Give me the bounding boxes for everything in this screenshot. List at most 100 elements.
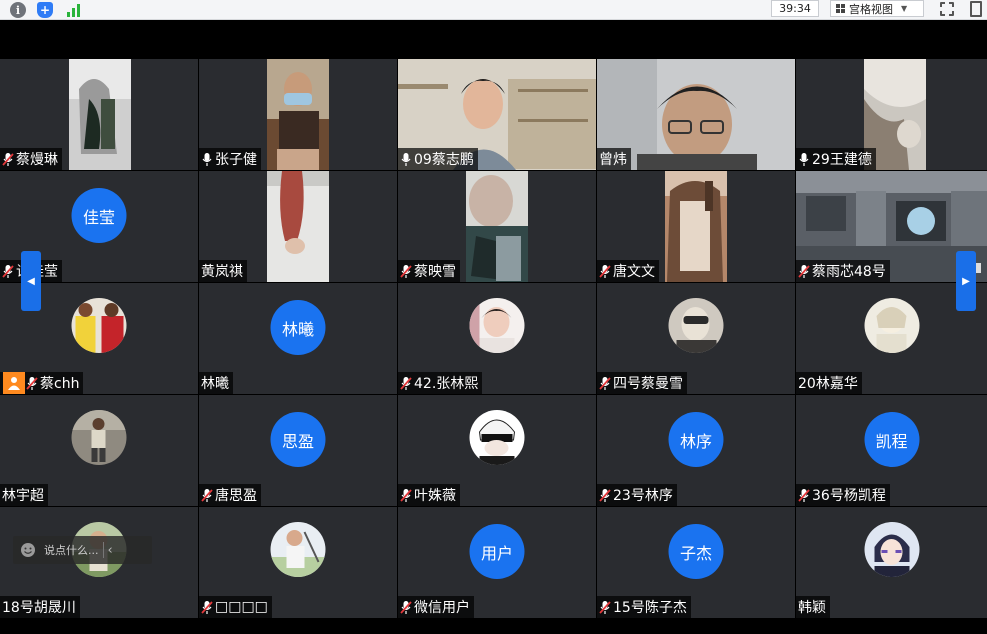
avatar <box>864 522 919 577</box>
mic-muted-icon <box>599 264 611 279</box>
participant-tile[interactable]: 曾炜 <box>597 59 795 170</box>
participant-name: 蔡熳琳 <box>16 152 58 168</box>
participant-nameplate: 蔡熳琳 <box>0 148 62 170</box>
mic-muted-icon <box>599 488 611 503</box>
grid-view-icon <box>836 4 845 13</box>
mic-muted-icon <box>2 152 14 167</box>
participant-tile[interactable]: 四号蔡曼雪 <box>597 283 795 394</box>
emoji-icon[interactable] <box>20 542 36 558</box>
avatar <box>71 410 127 465</box>
participant-nameplate: 叶姝薇 <box>398 484 460 506</box>
participant-name: 唐文文 <box>613 264 655 280</box>
participant-grid: 蔡熳琳 张子健 09蔡志鹏 曾炜 29王建德 佳莹 黄岚祺 蔡映雪 唐文文 蔡雨… <box>0 59 987 618</box>
avatar: 用户 <box>469 524 525 579</box>
participant-nameplate: 23号林序 <box>597 484 677 506</box>
participant-name: 23号林序 <box>613 488 673 504</box>
chevron-left-icon: ◀ <box>27 275 35 287</box>
avatar: 佳莹 <box>71 188 127 243</box>
video-feed <box>267 59 329 170</box>
participant-tile[interactable]: □□□□ <box>199 507 397 618</box>
participant-tile[interactable]: 韩颖 <box>796 507 987 618</box>
avatar: 思盈 <box>270 412 326 467</box>
participant-tile[interactable]: 29王建德 <box>796 59 987 170</box>
participant-tile[interactable]: 子杰 15号陈子杰 <box>597 507 795 618</box>
participant-name: 蔡chh <box>40 376 80 392</box>
mic-icon <box>400 152 412 167</box>
participant-nameplate: 唐思盈 <box>199 484 261 506</box>
chevron-right-icon: ▶ <box>962 275 970 287</box>
participant-name: 42.张林熙 <box>414 376 479 392</box>
avatar: 林曦 <box>270 300 326 355</box>
view-mode-label: 宫格视图 <box>849 2 893 16</box>
participant-tile[interactable]: 林序 23号林序 <box>597 395 795 506</box>
participant-nameplate: 42.张林熙 <box>398 372 483 394</box>
chat-input[interactable]: 说点什么... ‹ <box>13 536 152 564</box>
participant-tile[interactable]: 42.张林熙 <box>398 283 596 394</box>
avatar: 凯程 <box>864 412 919 467</box>
participant-tile[interactable]: 凯程 36号杨凯程 <box>796 395 987 506</box>
participant-name: 叶姝薇 <box>414 488 456 504</box>
mic-muted-icon <box>400 376 412 391</box>
window-icon[interactable] <box>970 1 982 17</box>
mic-muted-icon <box>201 488 213 503</box>
avatar <box>469 298 525 353</box>
participant-tile[interactable]: 张子健 <box>199 59 397 170</box>
participant-tile[interactable]: 林宇超 <box>0 395 198 506</box>
participant-nameplate: 微信用户 <box>398 596 474 618</box>
participant-tile[interactable]: 09蔡志鹏 <box>398 59 596 170</box>
mic-muted-icon <box>798 264 810 279</box>
participant-name: 唐思盈 <box>215 488 257 504</box>
video-feed <box>69 59 131 170</box>
view-mode-dropdown[interactable]: 宫格视图 ▼ <box>830 0 924 17</box>
participant-name: 15号陈子杰 <box>613 600 687 616</box>
participant-name: 林曦 <box>201 376 229 392</box>
participant-nameplate: 09蔡志鹏 <box>398 148 478 170</box>
participant-name: 韩颖 <box>798 600 826 616</box>
participant-name: □□□□ <box>215 599 268 615</box>
participant-tile[interactable]: 蔡映雪 <box>398 171 596 282</box>
mic-muted-icon <box>599 376 611 391</box>
fullscreen-icon[interactable] <box>939 1 955 17</box>
participant-tile[interactable]: 林曦 林曦 <box>199 283 397 394</box>
participant-nameplate: 18号胡晟川 <box>0 596 80 618</box>
participant-name: 微信用户 <box>414 600 470 616</box>
top-toolbar: i + 39:34 宫格视图 ▼ <box>0 0 987 20</box>
participant-name: 曾炜 <box>599 152 627 168</box>
meeting-timer: 39:34 <box>771 0 819 17</box>
avatar <box>71 298 127 353</box>
participant-nameplate: 15号陈子杰 <box>597 596 691 618</box>
signal-icon[interactable] <box>66 2 82 18</box>
participant-tile[interactable]: 思盈 唐思盈 <box>199 395 397 506</box>
participant-name: 18号胡晟川 <box>2 600 76 616</box>
previous-page-button[interactable]: ◀ <box>21 251 41 311</box>
next-page-button[interactable]: ▶ <box>956 251 976 311</box>
info-icon[interactable]: i <box>10 2 26 18</box>
mic-muted-icon <box>26 376 38 391</box>
shield-icon[interactable]: + <box>37 2 53 18</box>
participant-nameplate: 黄岚祺 <box>199 260 247 282</box>
participant-nameplate: 29王建德 <box>796 148 876 170</box>
participant-name: 20林嘉华 <box>798 376 858 392</box>
participant-tile[interactable]: 叶姝薇 <box>398 395 596 506</box>
participant-nameplate: 20林嘉华 <box>796 372 862 394</box>
participant-name: 张子健 <box>215 152 257 168</box>
divider <box>102 542 104 558</box>
avatar <box>864 298 919 353</box>
participant-nameplate: 林曦 <box>199 372 233 394</box>
participant-nameplate: 曾炜 <box>597 148 631 170</box>
participant-nameplate: 蔡雨芯48号 <box>796 260 890 282</box>
participant-nameplate: 林宇超 <box>0 484 48 506</box>
participant-tile[interactable]: 唐文文 <box>597 171 795 282</box>
mic-muted-icon <box>400 488 412 503</box>
participant-tile[interactable]: 蔡熳琳 <box>0 59 198 170</box>
video-feed <box>665 171 727 282</box>
participant-tile[interactable]: 黄岚祺 <box>199 171 397 282</box>
chevron-left-icon[interactable]: ‹ <box>108 543 113 558</box>
chevron-down-icon: ▼ <box>901 4 908 13</box>
mic-muted-icon <box>400 264 412 279</box>
participant-nameplate: 唐文文 <box>597 260 659 282</box>
participant-nameplate: □□□□ <box>199 596 272 618</box>
avatar <box>270 522 326 577</box>
participant-tile[interactable]: 用户 微信用户 <box>398 507 596 618</box>
mic-muted-icon <box>400 600 412 615</box>
